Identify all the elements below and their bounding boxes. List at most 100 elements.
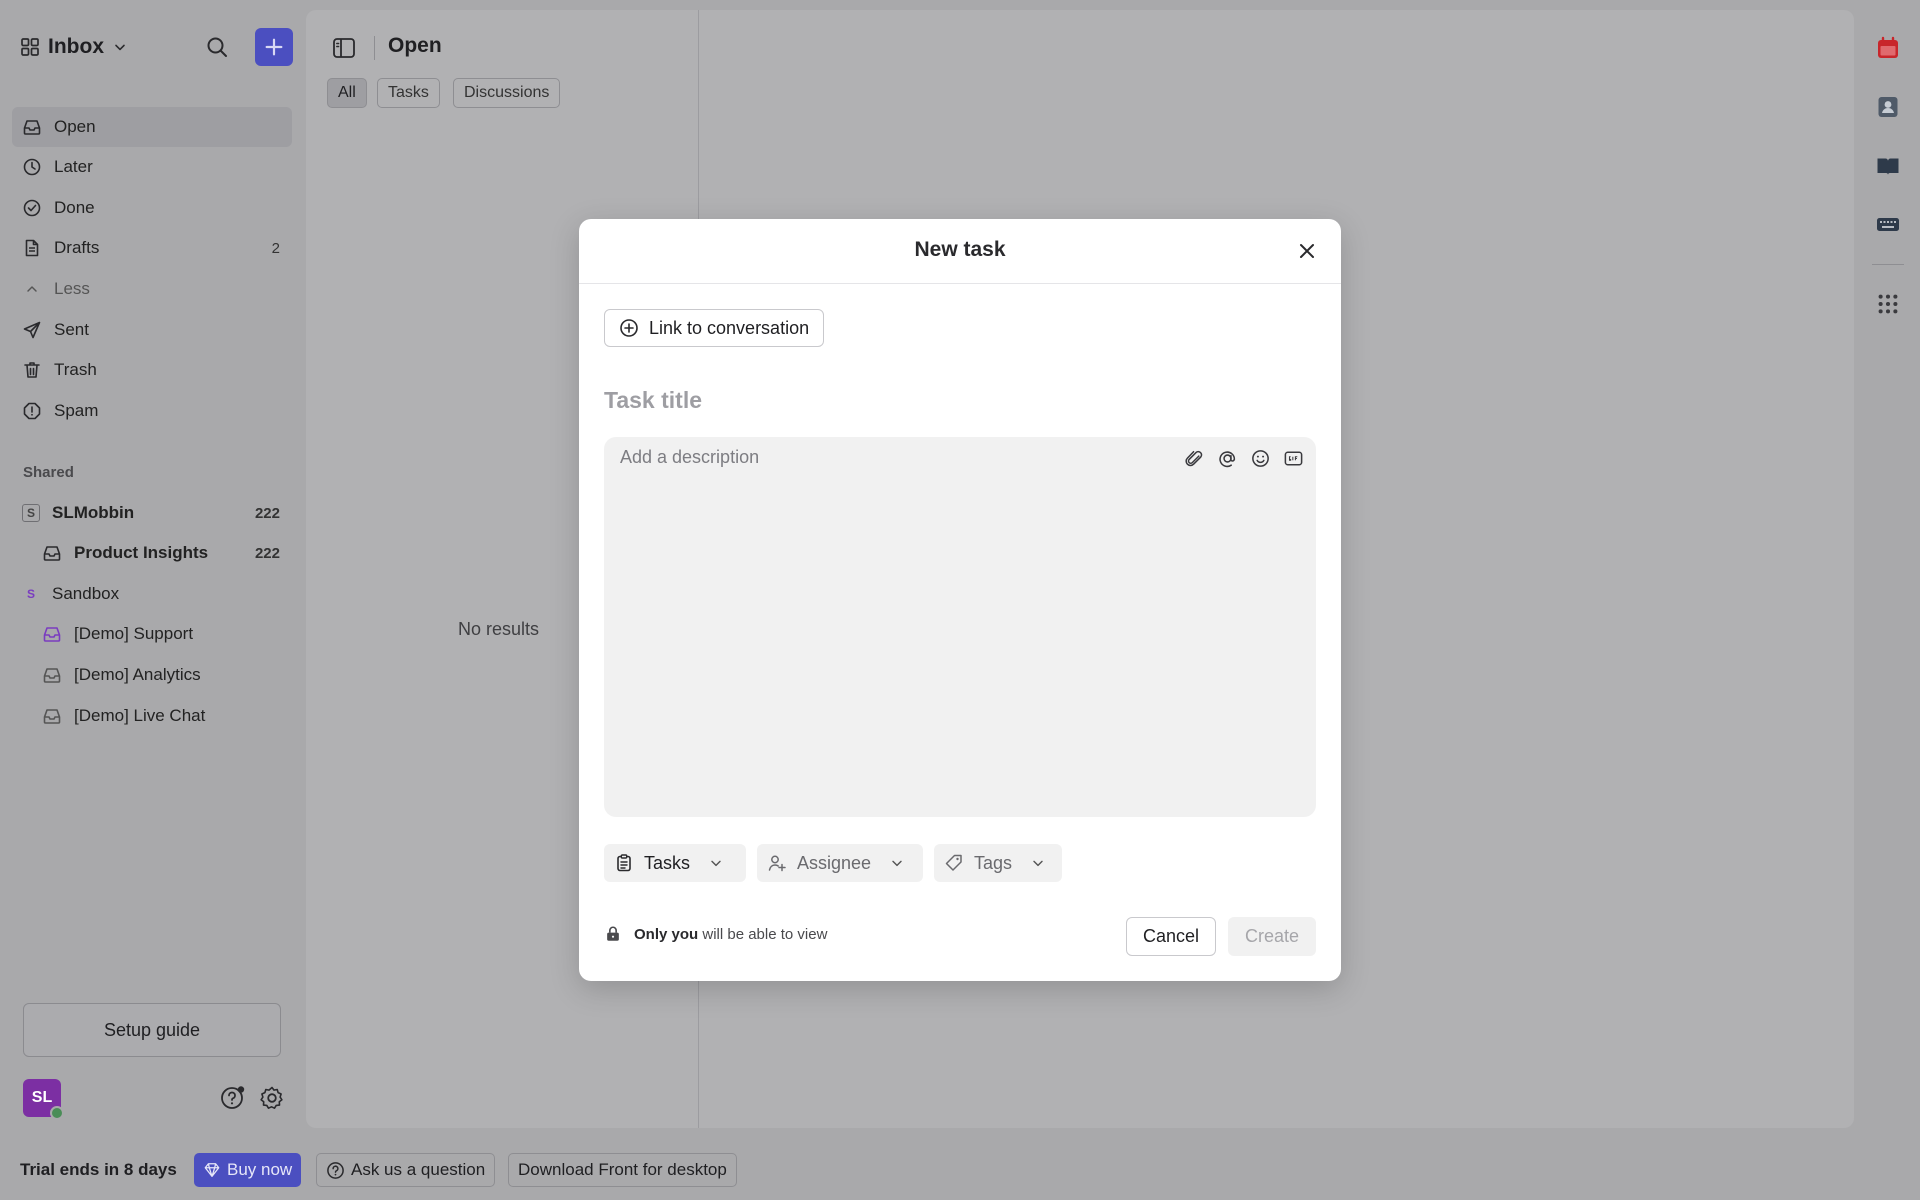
sidebar-item-label: [Demo] Analytics bbox=[74, 665, 201, 684]
chevron-down-icon bbox=[1030, 855, 1046, 871]
link-label: Link to conversation bbox=[649, 317, 810, 338]
rail-divider bbox=[1872, 264, 1904, 265]
help-button[interactable] bbox=[219, 1084, 247, 1112]
sidebar-item-open[interactable]: Open bbox=[12, 107, 292, 147]
sidebar-item-trash[interactable]: Trash bbox=[12, 350, 292, 390]
keyboard-shortcuts-button[interactable] bbox=[1872, 208, 1904, 240]
apps-icon bbox=[1876, 292, 1900, 316]
question-circle-icon bbox=[326, 1161, 345, 1180]
sidebar-item-sandbox[interactable]: S Sandbox bbox=[12, 574, 292, 614]
sidebar-item-spam[interactable]: Spam bbox=[12, 391, 292, 431]
workspace-name: Inbox bbox=[48, 35, 104, 58]
book-icon bbox=[1875, 153, 1901, 179]
help-icon bbox=[219, 1084, 247, 1112]
link-to-conversation-button[interactable]: Link to conversation bbox=[604, 309, 825, 347]
description-editor[interactable] bbox=[604, 437, 1316, 817]
tag-icon bbox=[944, 853, 964, 873]
sidebar-item-demo-support[interactable]: [Demo] Support bbox=[12, 614, 292, 654]
workspace-switcher[interactable]: Inbox bbox=[20, 30, 128, 64]
search-button[interactable] bbox=[198, 28, 236, 66]
gear-icon bbox=[258, 1084, 286, 1112]
inbox-icon bbox=[42, 665, 62, 685]
sidebar-item-label: Sent bbox=[54, 320, 89, 339]
contacts-icon bbox=[1875, 94, 1901, 120]
settings-button[interactable] bbox=[258, 1084, 286, 1112]
drafts-count: 2 bbox=[271, 239, 280, 257]
tags-select[interactable]: Tags bbox=[934, 844, 1062, 882]
sidebar-item-label: Spam bbox=[54, 401, 99, 420]
sidebar-item-slmobbin[interactable]: S SLMobbin 222 bbox=[12, 493, 292, 533]
draft-icon bbox=[22, 238, 42, 258]
setup-guide-button[interactable]: Setup guide bbox=[23, 1003, 281, 1057]
modal-header: New task bbox=[579, 219, 1341, 284]
check-circle-icon bbox=[22, 198, 42, 218]
workspace-badge: S bbox=[26, 587, 35, 601]
gif-icon[interactable] bbox=[1282, 447, 1304, 469]
ask-question-button[interactable]: Ask us a question bbox=[316, 1153, 496, 1187]
sidebar-item-later[interactable]: Later bbox=[12, 147, 292, 187]
inbox-icon bbox=[42, 706, 62, 726]
task-title-input[interactable] bbox=[604, 387, 1304, 414]
contacts-app-button[interactable] bbox=[1872, 91, 1904, 123]
bottom-bar: Trial ends in 8 days Buy now Ask us a qu… bbox=[0, 1148, 1920, 1192]
cancel-button[interactable]: Cancel bbox=[1126, 917, 1216, 956]
sidebar-item-label: Later bbox=[54, 157, 93, 176]
title-divider bbox=[374, 36, 375, 60]
calendar-icon bbox=[1875, 35, 1901, 61]
calendar-app-button[interactable] bbox=[1872, 32, 1904, 64]
inbox-icon bbox=[42, 624, 62, 644]
sidebar-item-demo-live-chat[interactable]: [Demo] Live Chat bbox=[12, 696, 292, 736]
privacy-notice: Only you will be able to view bbox=[604, 925, 827, 943]
sidebar-item-done[interactable]: Done bbox=[12, 188, 292, 228]
sidebar-item-label: Trash bbox=[54, 360, 97, 379]
assignee-placeholder: Assignee bbox=[797, 852, 872, 873]
privacy-text: Only you will be able to view bbox=[634, 926, 827, 943]
sidebar-item-less[interactable]: Less bbox=[12, 269, 292, 309]
plus-icon bbox=[263, 36, 285, 58]
clipboard-icon bbox=[614, 853, 634, 873]
empty-state-text: No results bbox=[458, 619, 540, 639]
sidebar-item-drafts[interactable]: Drafts 2 bbox=[12, 228, 292, 268]
sidebar-item-label: Done bbox=[54, 198, 95, 217]
sidebar-toggle-icon bbox=[330, 34, 358, 62]
sidebar-item-label: [Demo] Support bbox=[74, 624, 194, 643]
buy-now-button[interactable]: Buy now bbox=[194, 1153, 302, 1187]
sidebar-item-product-insights[interactable]: Product Insights 222 bbox=[12, 533, 292, 573]
task-type-value: Tasks bbox=[644, 852, 691, 873]
paperclip-icon[interactable] bbox=[1183, 447, 1205, 469]
create-button[interactable]: Create bbox=[1228, 917, 1316, 956]
user-plus-icon bbox=[767, 853, 787, 873]
sidebar-item-sent[interactable]: Sent bbox=[12, 310, 292, 350]
sidebar-item-demo-analytics[interactable]: [Demo] Analytics bbox=[12, 655, 292, 695]
avatar[interactable]: SL bbox=[23, 1079, 64, 1120]
emoji-icon[interactable] bbox=[1249, 447, 1271, 469]
sidebar-toggle-button[interactable] bbox=[330, 34, 358, 62]
modal-title: New task bbox=[914, 238, 1006, 261]
download-desktop-button[interactable]: Download Front for desktop bbox=[508, 1153, 737, 1187]
close-button[interactable] bbox=[1295, 239, 1319, 263]
workspace-badge: S bbox=[22, 504, 40, 522]
description-input[interactable] bbox=[620, 447, 1160, 468]
task-type-select[interactable]: Tasks bbox=[604, 844, 746, 882]
new-task-modal: New task Link to conversation Task title… bbox=[579, 219, 1341, 981]
spam-icon bbox=[22, 401, 42, 421]
avatar-initials: SL bbox=[31, 1089, 53, 1106]
online-status-dot bbox=[50, 1106, 64, 1120]
search-icon bbox=[205, 35, 229, 59]
assignee-select[interactable]: Assignee bbox=[757, 844, 923, 882]
buy-now-label: Buy now bbox=[227, 1160, 293, 1179]
sidebar: Inbox Open Later Done Drafts 2 Less Sent… bbox=[0, 0, 300, 1140]
at-icon[interactable] bbox=[1216, 447, 1238, 469]
tab-discussions[interactable]: Discussions bbox=[453, 78, 561, 108]
app-directory-button[interactable] bbox=[1872, 288, 1904, 320]
compose-button[interactable] bbox=[255, 28, 293, 66]
unread-count: 222 bbox=[254, 544, 280, 562]
inbox-icon bbox=[22, 117, 42, 137]
knowledge-base-button[interactable] bbox=[1872, 150, 1904, 182]
tab-all[interactable]: All bbox=[327, 78, 367, 108]
trial-notice: Trial ends in 8 days bbox=[20, 1160, 177, 1179]
sidebar-item-label: Drafts bbox=[54, 238, 100, 257]
tab-tasks[interactable]: Tasks bbox=[377, 78, 440, 108]
sidebar-item-label: [Demo] Live Chat bbox=[74, 706, 206, 725]
keyboard-icon bbox=[1875, 211, 1901, 237]
